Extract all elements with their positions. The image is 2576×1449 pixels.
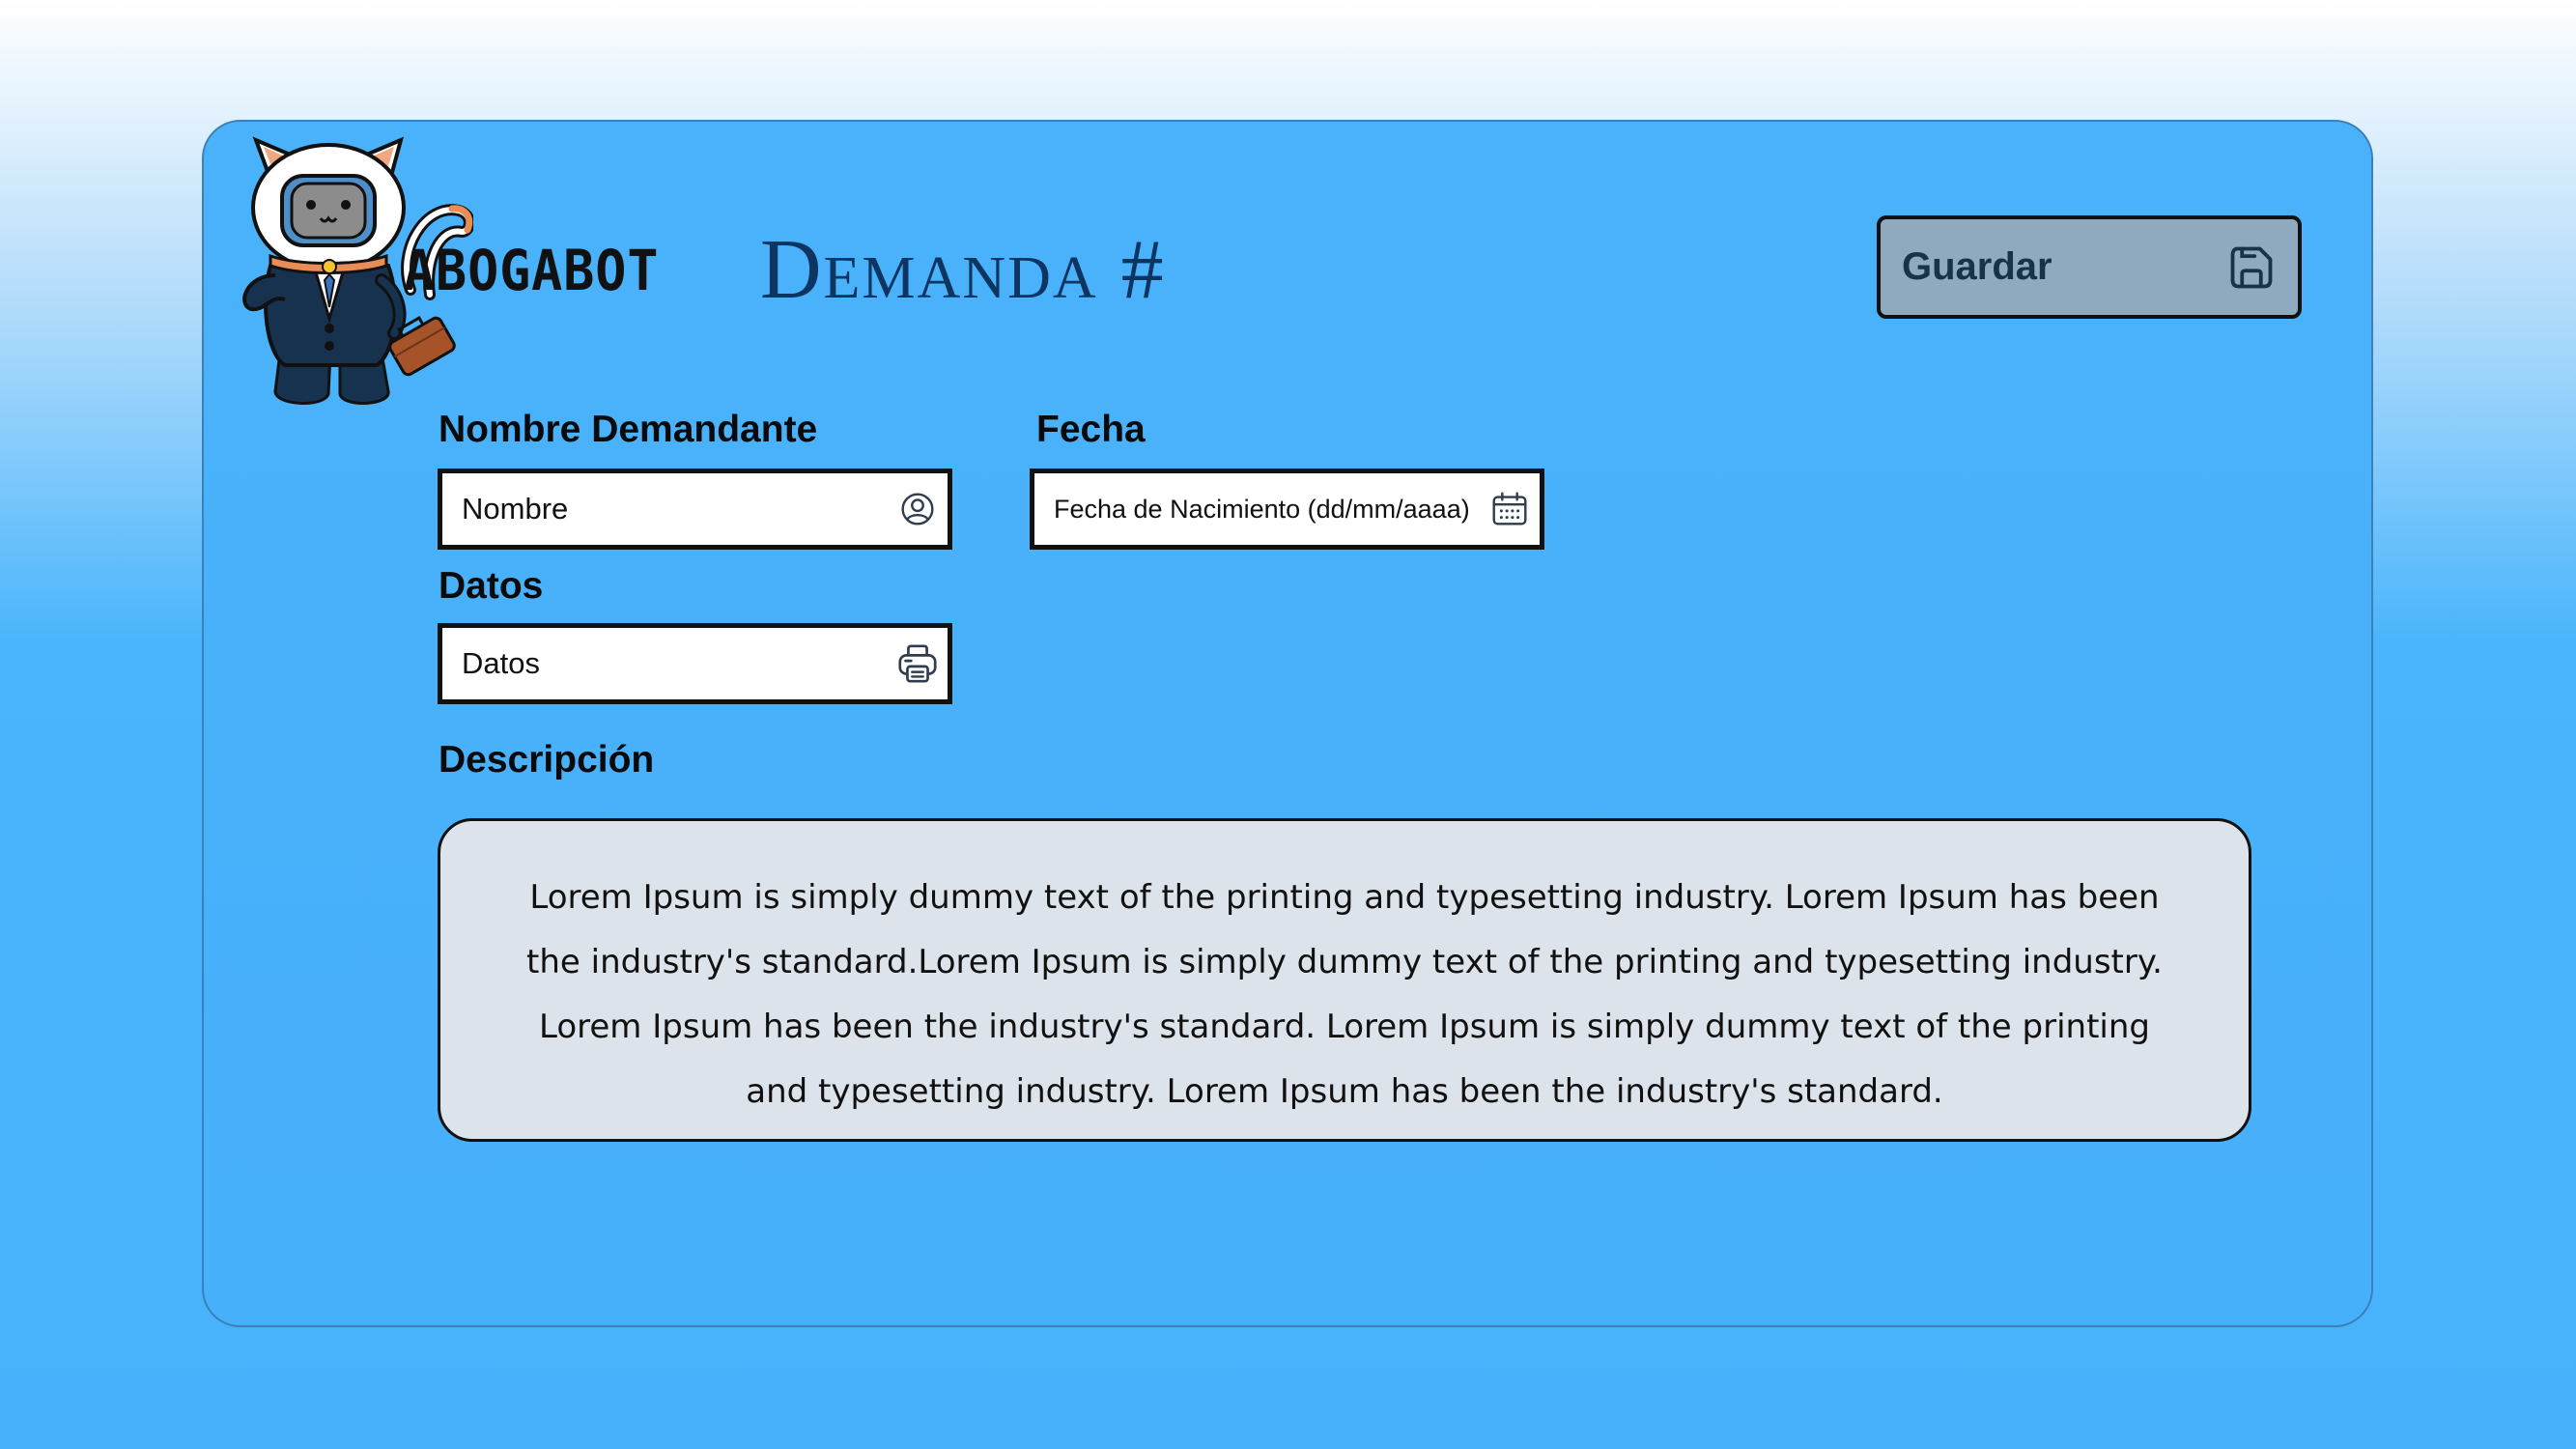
datos-input-value: Datos	[462, 646, 540, 680]
descripcion-label: Descripción	[439, 739, 655, 781]
page-title: Demanda #	[760, 223, 1166, 317]
fecha-input[interactable]: Fecha de Nacimiento (dd/mm/aaaa)	[1030, 469, 1544, 550]
nombre-input[interactable]: Nombre	[438, 469, 952, 550]
descripcion-text: Lorem Ipsum is simply dummy text of the …	[526, 878, 2163, 1111]
datos-input[interactable]: Datos	[438, 623, 952, 704]
save-button[interactable]: Guardar	[1877, 215, 2302, 319]
descripcion-textarea[interactable]: Lorem Ipsum is simply dummy text of the …	[438, 818, 2251, 1142]
save-button-label: Guardar	[1902, 245, 2052, 288]
fecha-input-value: Fecha de Nacimiento (dd/mm/aaaa)	[1054, 494, 1470, 524]
save-icon	[2230, 246, 2273, 289]
calendar-icon	[1492, 492, 1527, 526]
printer-icon	[898, 644, 937, 683]
user-circle-icon	[901, 493, 934, 526]
datos-label: Datos	[439, 565, 544, 607]
nombre-label: Nombre Demandante	[439, 409, 818, 450]
fecha-label: Fecha	[1036, 409, 1146, 450]
brand-name: ABOGABOT	[404, 238, 660, 303]
nombre-input-value: Nombre	[462, 492, 569, 526]
